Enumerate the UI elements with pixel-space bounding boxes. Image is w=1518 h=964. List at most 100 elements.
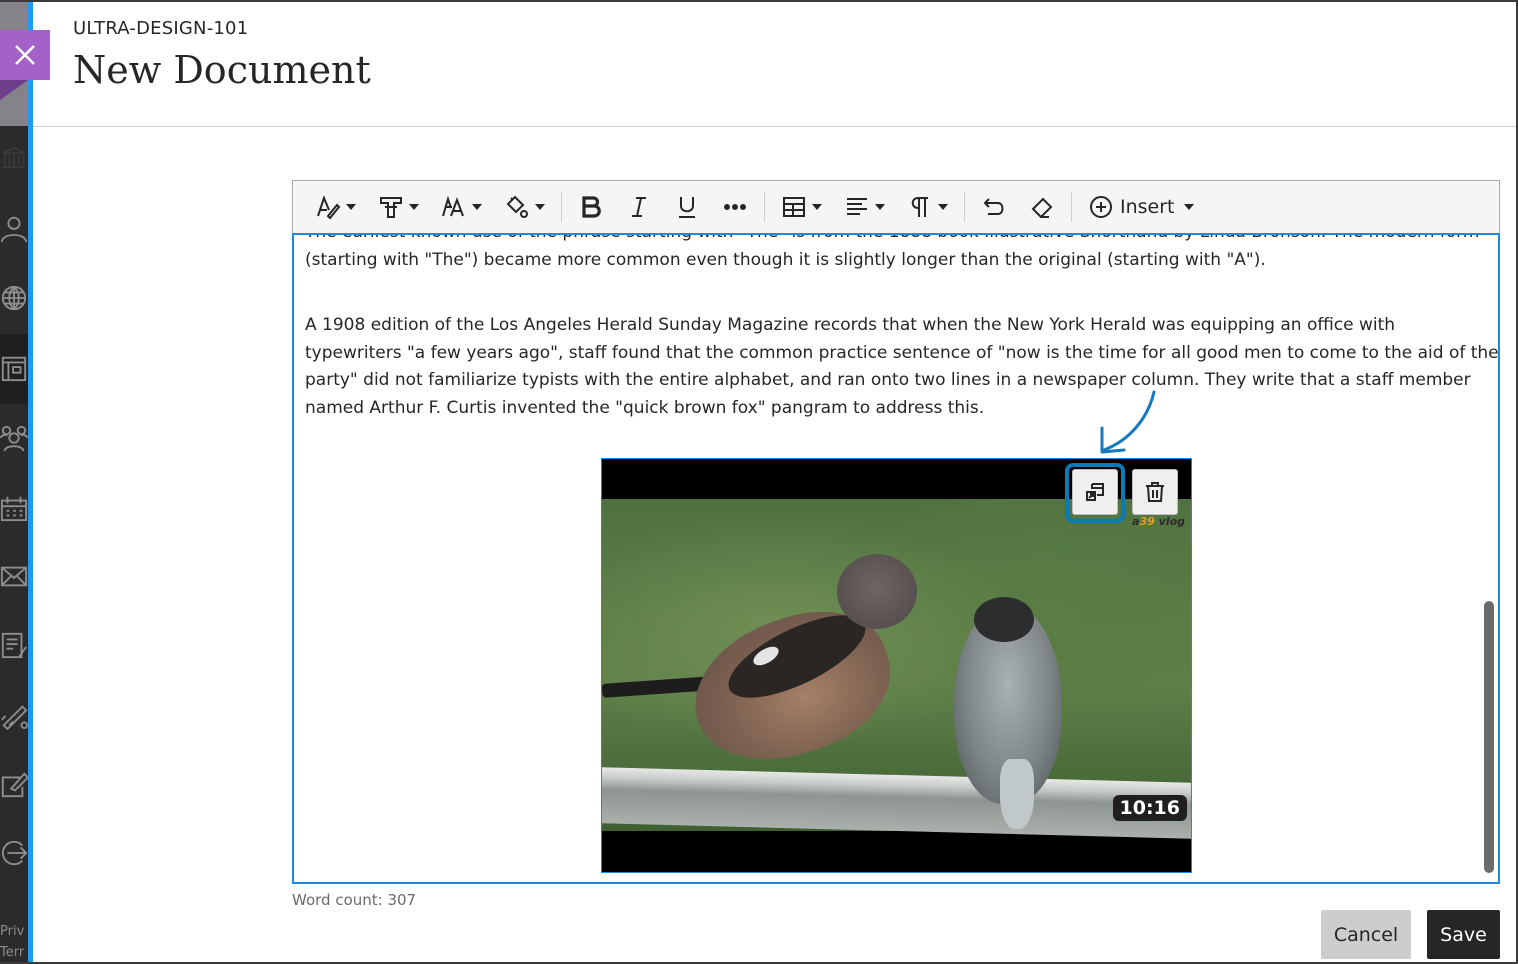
profile-icon — [0, 216, 28, 243]
video-watermark: a39 vlog — [1132, 515, 1185, 528]
edit-icon — [1, 772, 28, 798]
more-options-button[interactable] — [716, 189, 754, 225]
heading-button[interactable] — [372, 189, 425, 225]
chevron-down-icon — [472, 204, 482, 210]
paragraph-button[interactable] — [901, 189, 954, 225]
text-line: party" did not familiarize typists with … — [305, 370, 1471, 390]
close-icon — [15, 45, 35, 65]
text-line: (starting with "The") became more common… — [305, 249, 1266, 270]
nav-item-institution[interactable] — [0, 140, 28, 176]
nav-item-calendar[interactable] — [0, 490, 28, 526]
chevron-down-icon — [812, 204, 822, 210]
undo-button[interactable] — [975, 189, 1013, 225]
nav-item-sign-out[interactable] — [0, 835, 28, 871]
align-button[interactable] — [838, 189, 891, 225]
video-duration: 10:16 — [1112, 795, 1187, 821]
editor-content-area[interactable]: The earliest known use of the phrase sta… — [292, 233, 1500, 884]
thumbnail-bird-head — [974, 597, 1034, 642]
insert-label: Insert — [1120, 196, 1175, 218]
nav-item-globe[interactable] — [0, 280, 28, 316]
paragraph: A 1908 edition of the Los Angeles Herald… — [305, 312, 1499, 422]
word-count: Word count: 307 — [292, 891, 417, 909]
embedded-video[interactable]: a39 vlog 10:16 — [601, 458, 1192, 873]
terms-link[interactable]: Terr — [0, 945, 24, 960]
undo-icon — [983, 198, 1004, 215]
italic-icon — [632, 197, 646, 217]
grades-icon — [1, 632, 27, 659]
text-style-icon — [317, 195, 341, 220]
nav-item-courses[interactable] — [0, 350, 28, 386]
chevron-down-icon — [346, 204, 356, 210]
clear-formatting-button[interactable] — [1023, 189, 1061, 225]
editor-toolbar: Insert — [292, 180, 1500, 233]
chevron-down-icon — [938, 204, 948, 210]
bold-icon — [582, 196, 601, 218]
tools-icon — [1, 705, 28, 730]
edit-settings-icon — [1086, 483, 1104, 501]
italic-button[interactable] — [620, 189, 658, 225]
text-line: A 1908 edition of the Los Angeles Herald… — [305, 315, 1396, 335]
text-line: typewriters "a few years ago", staff fou… — [305, 342, 1499, 363]
nav-item-organizations[interactable] — [0, 420, 28, 456]
more-icon — [724, 204, 746, 210]
heading-icon — [380, 197, 402, 218]
thumbnail-bird-tail — [1000, 759, 1034, 829]
pilcrow-icon — [911, 197, 928, 217]
paragraph: The earliest known use of the phrase sta… — [305, 235, 1485, 274]
toolbar-divider — [964, 192, 965, 222]
nav-item-profile[interactable] — [0, 210, 28, 246]
thumbnail-bird-head — [837, 554, 917, 629]
delete-video-button[interactable] — [1132, 469, 1178, 515]
sign-out-icon — [1, 840, 28, 866]
institution-icon — [2, 146, 26, 169]
panel-edge-indicator — [28, 0, 33, 964]
chevron-down-icon — [875, 204, 885, 210]
font-size-icon — [442, 195, 464, 217]
trash-icon — [1146, 482, 1164, 502]
video-thumbnail: a39 vlog — [602, 499, 1191, 839]
messages-icon — [0, 566, 28, 587]
text-line: named Arthur F. Curtis invented the "qui… — [305, 397, 985, 418]
course-id: ULTRA-DESIGN-101 — [73, 18, 249, 39]
save-button[interactable]: Save — [1427, 910, 1500, 959]
toolbar-divider — [764, 192, 765, 222]
close-panel-button[interactable] — [0, 30, 50, 80]
document-body[interactable]: The earliest known use of the phrase sta… — [305, 235, 1499, 460]
globe-icon — [1, 285, 27, 311]
paint-bucket-icon — [506, 195, 528, 218]
chevron-down-icon — [1183, 204, 1194, 210]
text-color-button[interactable] — [498, 189, 551, 225]
align-icon — [847, 198, 867, 215]
rich-text-editor: Insert The earliest known use of the phr… — [292, 180, 1500, 884]
courses-icon — [1, 356, 27, 382]
underline-icon — [679, 197, 695, 218]
privacy-link[interactable]: Priv — [0, 924, 24, 939]
table-icon — [783, 197, 805, 217]
page-title: New Document — [73, 48, 371, 92]
nav-item-messages[interactable] — [0, 558, 28, 594]
calendar-icon — [0, 496, 28, 522]
eraser-icon — [1031, 197, 1053, 219]
nav-item-tools[interactable] — [0, 697, 28, 733]
organizations-icon — [0, 425, 28, 452]
text-line: The earliest known use of the phrase sta… — [305, 235, 1485, 247]
chevron-down-icon — [409, 204, 419, 210]
table-button[interactable] — [775, 189, 828, 225]
panel-header: ULTRA-DESIGN-101 New Document — [33, 0, 1518, 127]
nav-item-edit[interactable] — [0, 766, 28, 802]
editor-scrollbar[interactable] — [1484, 601, 1494, 873]
thumbnail-rail — [602, 767, 1191, 839]
bold-button[interactable] — [572, 189, 610, 225]
text-style-button[interactable] — [309, 189, 362, 225]
left-navigation: Priv Terr — [0, 0, 28, 964]
font-size-button[interactable] — [435, 189, 488, 225]
edit-video-settings-button[interactable] — [1072, 469, 1118, 515]
chevron-down-icon — [535, 204, 545, 210]
underline-button[interactable] — [668, 189, 706, 225]
plus-circle-icon — [1090, 196, 1112, 218]
close-tab-fold — [0, 80, 28, 100]
insert-menu-button[interactable]: Insert — [1082, 189, 1200, 225]
toolbar-divider — [561, 192, 562, 222]
nav-item-grades[interactable] — [0, 627, 28, 663]
cancel-button[interactable]: Cancel — [1321, 910, 1411, 959]
